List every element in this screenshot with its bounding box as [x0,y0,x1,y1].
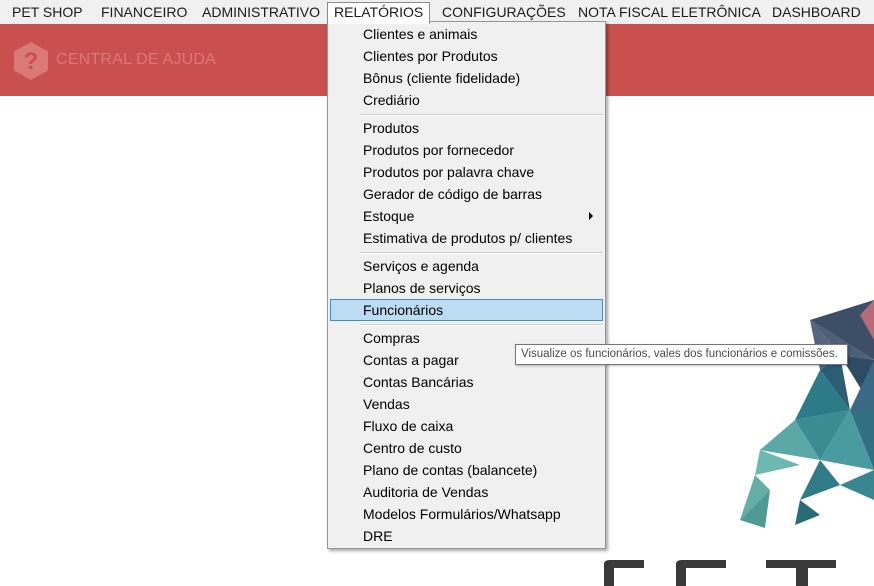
help-center-label[interactable]: CENTRAL DE AJUDA [56,51,216,69]
menu-item-planos-de-servicos[interactable]: Planos de serviços [330,277,603,299]
menu-item-produtos[interactable]: Produtos [330,117,603,139]
menu-item-bonus-cliente-fidelidade[interactable]: Bônus (cliente fidelidade) [330,67,603,89]
menu-item-produtos-por-fornecedor[interactable]: Produtos por fornecedor [330,139,603,161]
menu-item-funcionarios[interactable]: Funcionários [330,299,603,321]
menu-item-contas-bancarias[interactable]: Contas Bancárias [330,371,603,393]
logo-letters-image [604,560,836,586]
submenu-arrow-icon [589,212,593,220]
menu-separator [360,324,603,326]
pet-logo-image [740,300,874,528]
menu-item-estimativa-produtos-clientes[interactable]: Estimativa de produtos p/ clientes [330,227,603,249]
menu-separator [360,252,603,254]
relatorios-dropdown-menu: Clientes e animais Clientes por Produtos… [327,21,606,549]
menu-nota-fiscal-eletronica[interactable]: NOTA FISCAL ELETRÔNICA [572,2,767,22]
menu-item-plano-de-contas[interactable]: Plano de contas (balancete) [330,459,603,481]
menu-item-centro-de-custo[interactable]: Centro de custo [330,437,603,459]
menu-item-crediario[interactable]: Crediário [330,89,603,111]
menu-item-produtos-por-palavra-chave[interactable]: Produtos por palavra chave [330,161,603,183]
menu-configuracoes[interactable]: CONFIGURAÇÕES [436,2,572,22]
menu-item-servicos-e-agenda[interactable]: Serviços e agenda [330,255,603,277]
menu-item-dre[interactable]: DRE [330,525,603,547]
menu-item-clientes-e-animais[interactable]: Clientes e animais [330,23,603,45]
menu-dashboard[interactable]: DASHBOARD [766,2,867,22]
menu-administrativo[interactable]: ADMINISTRATIVO [196,2,326,22]
menu-pet-shop[interactable]: PET SHOP [6,2,89,22]
menu-item-clientes-por-produtos[interactable]: Clientes por Produtos [330,45,603,67]
menu-item-estoque[interactable]: Estoque [330,205,603,227]
menu-item-fluxo-de-caixa[interactable]: Fluxo de caixa [330,415,603,437]
menu-separator [360,114,603,116]
menu-item-auditoria-de-vendas[interactable]: Auditoria de Vendas [330,481,603,503]
svg-text:?: ? [24,48,39,75]
tooltip: Visualize os funcionários, vales dos fun… [515,344,848,365]
menu-item-modelos-formularios-whatsapp[interactable]: Modelos Formulários/Whatsapp [330,503,603,525]
menu-item-vendas[interactable]: Vendas [330,393,603,415]
menu-financeiro[interactable]: FINANCEIRO [95,2,193,22]
menu-item-gerador-codigo-barras[interactable]: Gerador de código de barras [330,183,603,205]
help-icon[interactable]: ? [12,41,50,81]
menu-item-estoque-label: Estoque [363,208,415,224]
menu-relatorios[interactable]: RELATÓRIOS [327,2,431,24]
